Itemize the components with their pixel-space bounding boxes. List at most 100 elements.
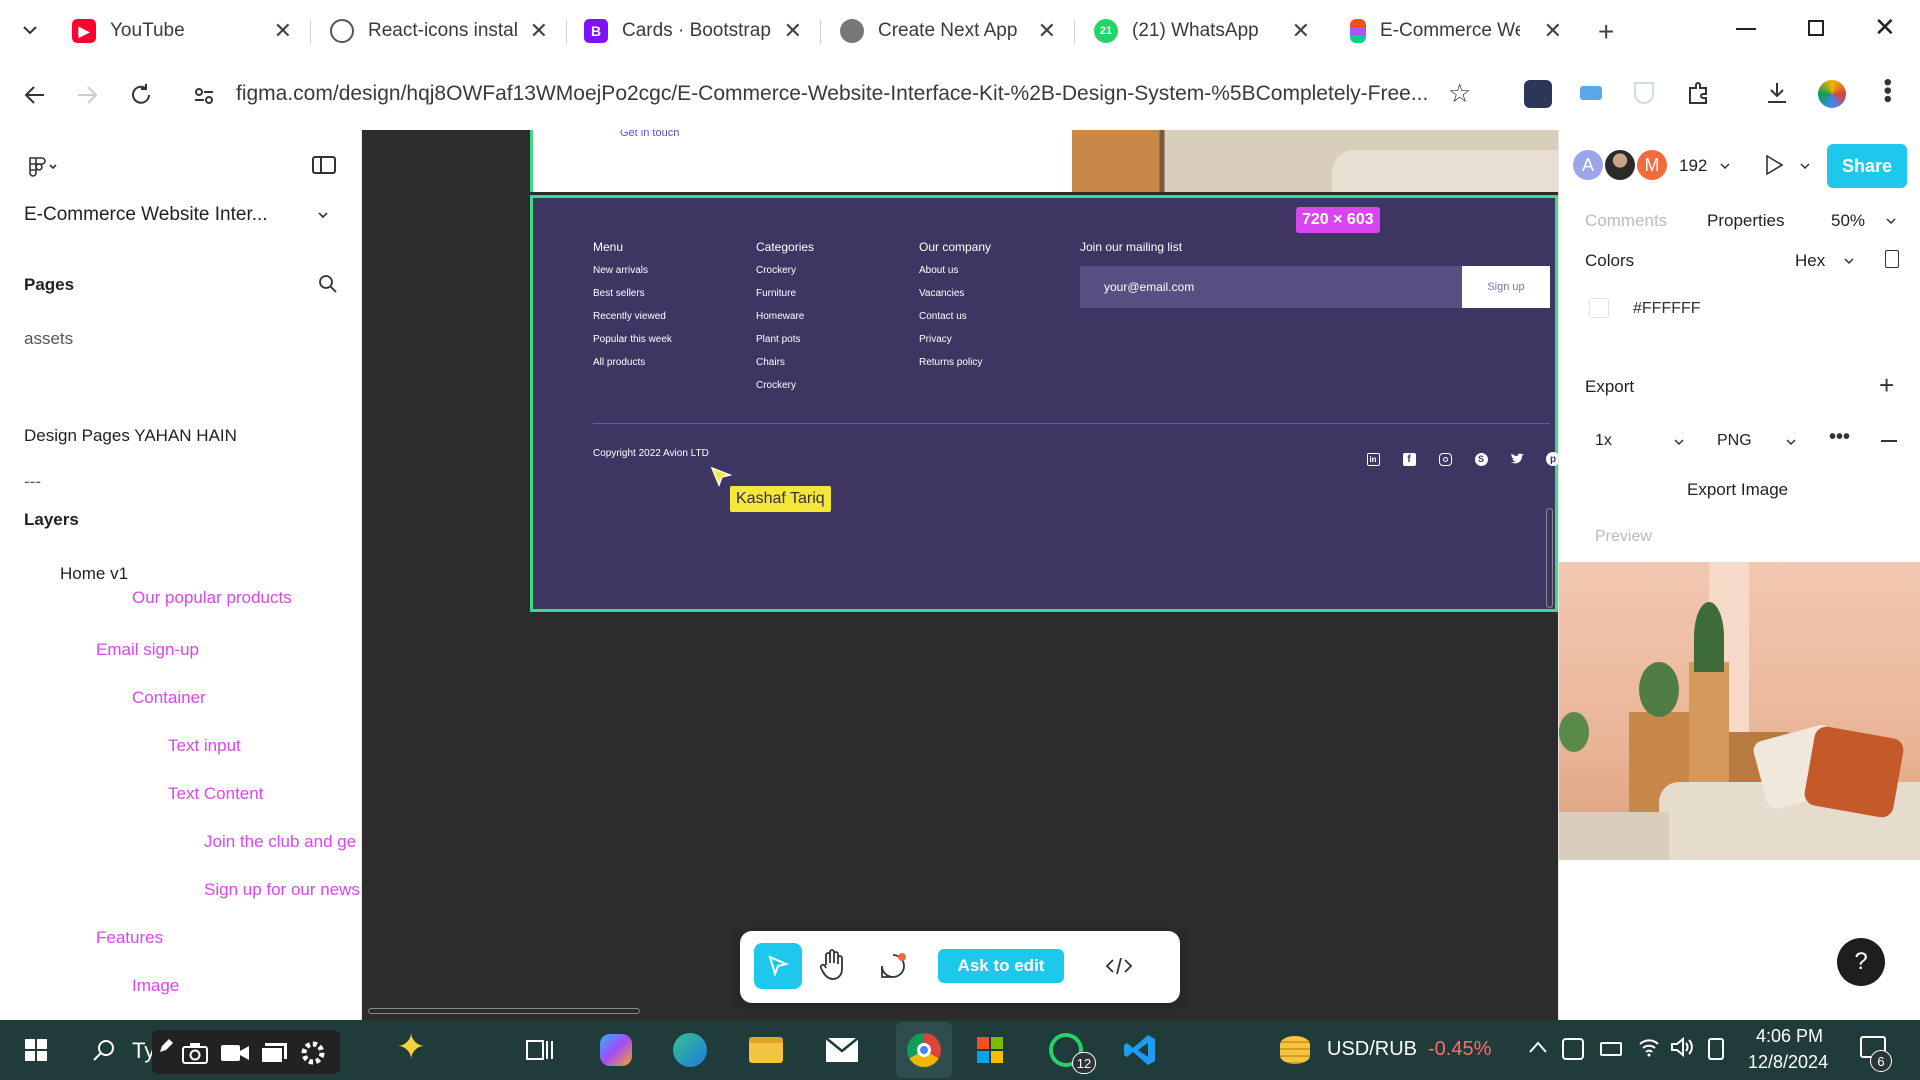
chevron-down-icon[interactable]: [1843, 255, 1855, 267]
help-button[interactable]: ?: [1837, 938, 1885, 986]
layer-join-club[interactable]: Join the club and ge: [204, 832, 356, 852]
figma-menu-icon[interactable]: [26, 156, 62, 178]
dev-mode-button[interactable]: [1104, 953, 1134, 979]
tab-properties[interactable]: Properties: [1707, 211, 1784, 231]
ask-to-edit-button[interactable]: Ask to edit: [938, 949, 1064, 983]
close-tab-icon[interactable]: ✕: [1038, 18, 1056, 44]
layer-signup-news[interactable]: Sign up for our news: [204, 880, 360, 900]
menu-item[interactable]: Recently viewed: [593, 311, 666, 322]
chrome-icon[interactable]: [896, 1022, 952, 1078]
sign-up-button[interactable]: Sign up: [1462, 266, 1550, 308]
color-format-select[interactable]: Hex: [1795, 251, 1825, 271]
edge-browser-icon[interactable]: [670, 1030, 710, 1070]
chevron-down-icon[interactable]: [1673, 436, 1685, 448]
chevron-down-icon[interactable]: [1885, 215, 1897, 227]
close-tab-icon[interactable]: ✕: [1544, 18, 1562, 44]
download-icon[interactable]: [1764, 80, 1790, 106]
copy-styles-icon[interactable]: [1885, 250, 1899, 268]
category-item[interactable]: Plant pots: [756, 334, 800, 345]
color-swatch[interactable]: [1589, 298, 1609, 318]
close-tab-icon[interactable]: ✕: [1292, 18, 1310, 44]
extensions-puzzle-icon[interactable]: [1686, 80, 1712, 106]
hand-tool-button[interactable]: [818, 949, 848, 981]
avatar[interactable]: M: [1637, 150, 1667, 180]
microsoft-store-icon[interactable]: [970, 1030, 1010, 1070]
copilot-sparkle-icon[interactable]: ✦: [396, 1026, 426, 1068]
toggle-sidebar-icon[interactable]: [312, 156, 336, 174]
layer-text-content[interactable]: Text Content: [168, 784, 263, 804]
horizontal-scrollbar[interactable]: [368, 1008, 640, 1014]
close-tab-icon[interactable]: ✕: [274, 18, 292, 44]
company-item[interactable]: About us: [919, 265, 958, 276]
clock-time[interactable]: 4:06 PM: [1756, 1026, 1823, 1047]
tab-list-dropdown-icon[interactable]: [18, 18, 42, 42]
url-text[interactable]: figma.com/design/hqj8OWFaf13WMoejPo2cgc/…: [236, 82, 1428, 106]
task-view-icon[interactable]: [520, 1030, 560, 1070]
volume-icon[interactable]: [1670, 1036, 1694, 1058]
close-window-icon[interactable]: ✕: [1874, 12, 1896, 43]
present-play-icon[interactable]: [1763, 154, 1785, 176]
profile-avatar[interactable]: [1818, 80, 1846, 108]
add-export-icon[interactable]: +: [1879, 370, 1894, 401]
export-image-button[interactable]: Export Image: [1687, 480, 1788, 500]
figma-canvas[interactable]: Get in touch Menu New arrivals Best sell…: [362, 130, 1558, 1020]
menu-item[interactable]: Best sellers: [593, 288, 645, 299]
pinterest-icon[interactable]: p: [1545, 451, 1558, 467]
email-field[interactable]: your@email.com: [1080, 266, 1462, 308]
back-icon[interactable]: [22, 82, 48, 108]
layer-email-signup[interactable]: Email sign-up: [96, 640, 199, 660]
move-tool-button[interactable]: [754, 943, 802, 989]
extension-shield-icon[interactable]: [1634, 82, 1654, 104]
layer-image[interactable]: Image: [132, 976, 179, 996]
zoom-level[interactable]: 50%: [1831, 211, 1865, 231]
forward-icon[interactable]: [74, 82, 100, 108]
search-icon[interactable]: [84, 1030, 124, 1070]
bookmark-star-icon[interactable]: ☆: [1448, 78, 1471, 109]
category-item[interactable]: Homeware: [756, 311, 804, 322]
minimize-icon[interactable]: [1736, 28, 1756, 30]
menu-item[interactable]: All products: [593, 357, 645, 368]
layer-popular-products[interactable]: Our popular products: [132, 588, 292, 608]
layer-home-v1[interactable]: Home v1: [60, 564, 128, 584]
windows-start-icon[interactable]: [16, 1030, 56, 1070]
vscode-icon[interactable]: [1120, 1030, 1160, 1070]
file-explorer-icon[interactable]: [746, 1030, 786, 1070]
chevron-down-icon[interactable]: [1785, 436, 1797, 448]
chevron-down-icon[interactable]: [1719, 160, 1731, 172]
tab-youtube[interactable]: ▶ YouTube ✕: [72, 10, 292, 52]
instagram-icon[interactable]: [1437, 451, 1453, 467]
get-in-touch-link[interactable]: Get in touch: [620, 130, 679, 139]
avatar[interactable]: A: [1573, 150, 1603, 180]
new-tab-icon[interactable]: +: [1598, 16, 1614, 48]
tab-create-next-app[interactable]: Create Next App ✕: [840, 10, 1056, 52]
close-tab-icon[interactable]: ✕: [784, 18, 802, 44]
wifi-icon[interactable]: [1638, 1036, 1660, 1058]
browser-menu-icon[interactable]: •••: [1874, 78, 1901, 103]
share-button[interactable]: Share: [1827, 144, 1907, 188]
restore-icon[interactable]: [1808, 20, 1824, 36]
menu-item[interactable]: Popular this week: [593, 334, 672, 345]
page-item-design-pages[interactable]: Design Pages YAHAN HAIN: [24, 426, 237, 446]
comment-tool-button[interactable]: [878, 951, 908, 981]
linkedin-icon[interactable]: in: [1365, 451, 1381, 467]
color-value[interactable]: #FFFFFF: [1633, 300, 1701, 318]
more-options-icon[interactable]: •••: [1829, 426, 1850, 449]
facebook-icon[interactable]: f: [1401, 451, 1417, 467]
menu-item[interactable]: New arrivals: [593, 265, 648, 276]
battery-icon[interactable]: [1600, 1042, 1622, 1056]
chevron-down-icon[interactable]: [316, 208, 330, 222]
company-item[interactable]: Returns policy: [919, 357, 982, 368]
layer-container[interactable]: Container: [132, 688, 206, 708]
page-item-divider[interactable]: ---: [24, 472, 41, 492]
clock-date[interactable]: 12/8/2024: [1748, 1052, 1828, 1073]
tab-figma-active[interactable]: E-Commerce Wel ✕: [1350, 10, 1562, 52]
page-item-assets[interactable]: assets: [24, 329, 73, 349]
skype-icon[interactable]: S: [1473, 451, 1489, 467]
category-item[interactable]: Crockery: [756, 265, 796, 276]
phone-link-icon[interactable]: [1708, 1038, 1724, 1060]
tray-app-icon[interactable]: [1562, 1038, 1584, 1060]
remove-export-icon[interactable]: [1881, 440, 1897, 442]
company-item[interactable]: Privacy: [919, 334, 952, 345]
copilot-app-icon[interactable]: [596, 1030, 636, 1070]
file-name[interactable]: E-Commerce Website Inter...: [24, 204, 268, 226]
